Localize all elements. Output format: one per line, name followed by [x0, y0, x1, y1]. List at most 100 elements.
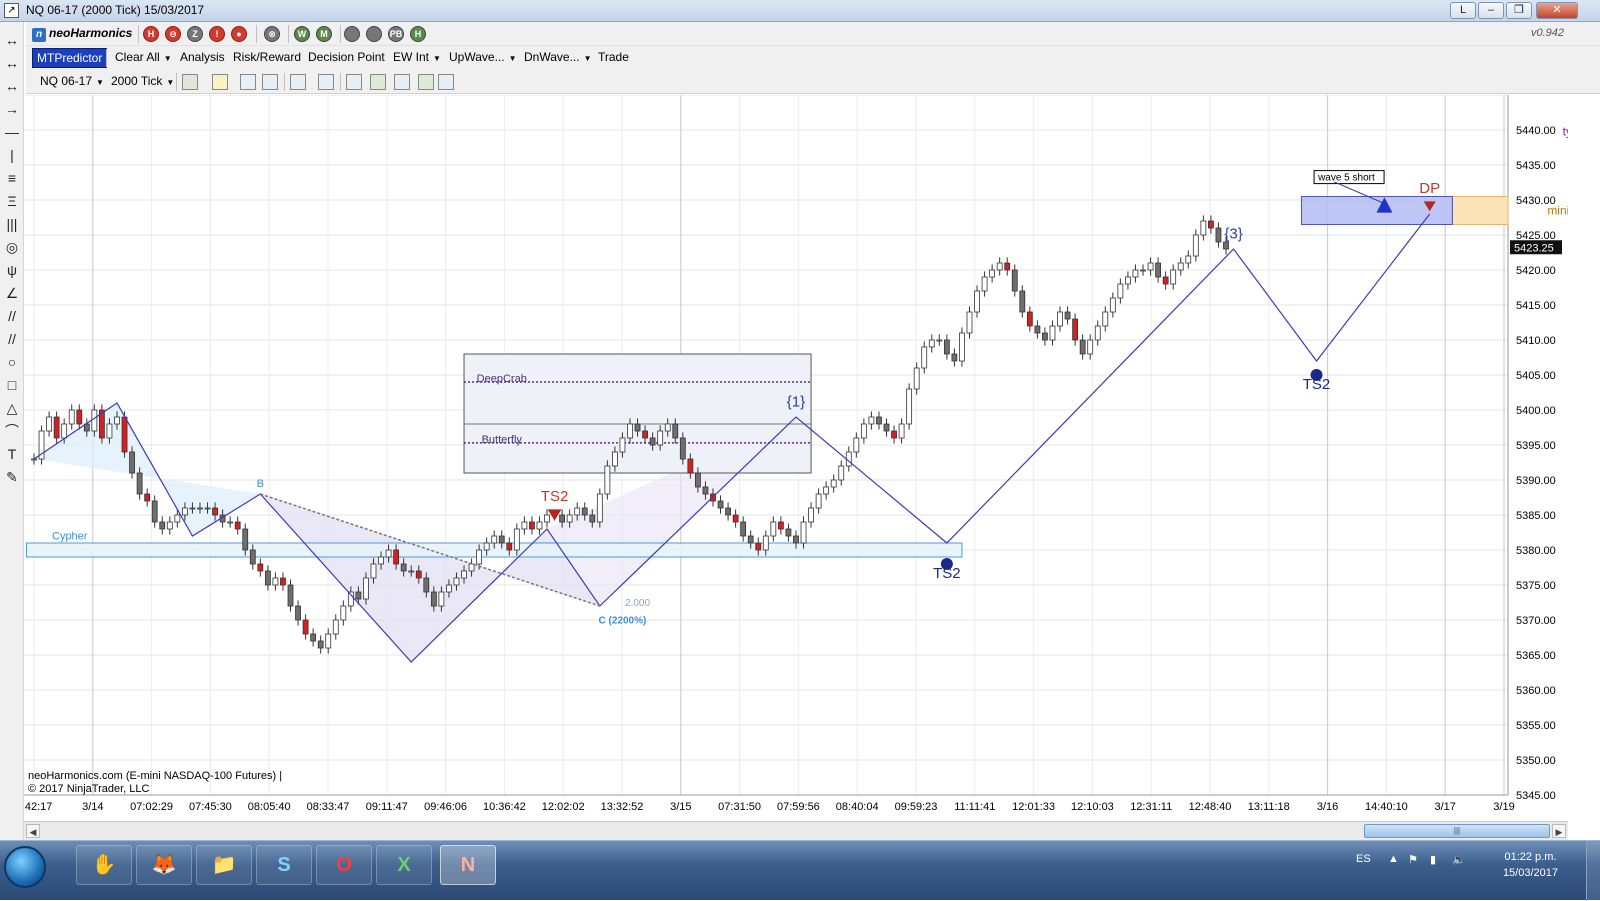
properties-icon[interactable] — [394, 74, 410, 90]
data-box-icon[interactable] — [438, 74, 454, 90]
ts2-buy-marker — [1310, 369, 1323, 381]
taskbar-app-opera[interactable]: O — [316, 845, 372, 885]
taskbar-app-explorer[interactable]: 📁 — [196, 845, 252, 885]
drawing-tool-8-icon[interactable]: ||| — [2, 214, 22, 234]
drawing-tool-12-icon[interactable]: // — [2, 306, 22, 326]
network-icon[interactable]: ▮ — [1430, 853, 1436, 866]
record-button[interactable]: ● — [231, 26, 247, 42]
x-tick-label: 12:31:11 — [1130, 801, 1172, 813]
candle-body — [385, 549, 392, 558]
drawing-tool-10-icon[interactable]: ψ — [2, 260, 22, 280]
chart-source-label: neoHarmonics.com (E-mini NASDAQ-100 Futu… — [28, 770, 282, 782]
taskbar-app-hand[interactable]: ✋ — [76, 845, 132, 885]
drawing-tool-13-icon[interactable]: // — [2, 329, 22, 349]
window-minimize-button[interactable]: – — [1478, 2, 1504, 19]
toolbar-separator — [340, 25, 341, 43]
drawing-tool-1-icon[interactable]: ↔ — [2, 53, 22, 73]
eraser-icon[interactable] — [262, 74, 278, 90]
drawing-tool-3-icon[interactable]: → — [2, 99, 22, 119]
typical-wave5-label: typical wave 5 — [1563, 124, 1568, 138]
show-desktop-button[interactable] — [1586, 841, 1600, 901]
drawing-tool-18-icon[interactable]: T — [2, 444, 22, 464]
scroll-right-arrow-icon[interactable]: ▶ — [1552, 824, 1566, 838]
show-hidden-icons-icon[interactable]: ▲ — [1388, 853, 1399, 865]
candle-body — [159, 521, 166, 530]
drawing-tool-5-icon[interactable]: | — [2, 145, 22, 165]
candle-body — [1057, 311, 1063, 327]
menu-analysis[interactable]: Analysis — [180, 50, 225, 64]
drawing-tool-19-icon[interactable]: ✎ — [2, 467, 22, 487]
start-button[interactable] — [4, 846, 46, 888]
language-indicator[interactable]: ES — [1356, 853, 1371, 865]
taskbar-app-skype[interactable]: S — [256, 845, 312, 885]
extra-button-1[interactable] — [344, 26, 360, 42]
menu-decision-point[interactable]: Decision Point — [308, 50, 385, 64]
drawing-tool-4-icon[interactable]: — — [2, 122, 22, 142]
menu-ew-int[interactable]: EW Int ▼ — [393, 50, 441, 64]
candle-body — [694, 472, 701, 488]
chart-horizontal-scrollbar[interactable]: ◀ ||| ▶ — [24, 821, 1568, 840]
bar-type-icon[interactable] — [182, 74, 198, 90]
z-button[interactable]: Z — [187, 26, 203, 42]
instrument-selector[interactable]: NQ 06-17 ▼ — [40, 74, 104, 88]
annotation-label-b: B — [257, 478, 264, 490]
x-tick-label: 2:42:17 — [24, 801, 52, 813]
clock-time: 01:22 p.m. — [1504, 851, 1557, 863]
drawing-tool-2-icon[interactable]: ↔ — [2, 76, 22, 96]
window-link-button[interactable]: L — [1450, 2, 1476, 19]
chart-canvas[interactable]: 5440.005435.005430.005425.005420.005415.… — [16, 94, 1600, 820]
taskbar-app-excel[interactable]: X — [376, 845, 432, 885]
w-button[interactable]: W — [294, 26, 310, 42]
x-tick-label: 07:31:50 — [718, 801, 761, 813]
menu-upwave[interactable]: UpWave... ▼ — [449, 50, 517, 64]
volume-icon[interactable]: 🔈 — [1452, 853, 1466, 866]
pb-button[interactable]: PB — [388, 26, 404, 42]
period-selector[interactable]: 2000 Tick ▼ — [111, 74, 174, 88]
drawing-tool-14-icon[interactable]: ○ — [2, 352, 22, 372]
crosshair-icon[interactable] — [240, 74, 256, 90]
drawing-tool-11-icon[interactable]: ∠ — [2, 283, 22, 303]
h-green-button[interactable]: H — [410, 26, 426, 42]
version-label: v0.942 — [1530, 27, 1564, 39]
menu-trade[interactable]: Trade — [598, 50, 629, 64]
drawing-tool-17-icon[interactable]: ⌒ — [2, 421, 22, 441]
cancel-button[interactable]: ⊗ — [264, 26, 280, 42]
drawing-tool-6-icon[interactable]: ≡ — [2, 168, 22, 188]
chevron-down-icon: ▼ — [163, 54, 172, 63]
m-button[interactable]: M — [316, 26, 332, 42]
menu-dnwave[interactable]: DnWave... ▼ — [524, 50, 592, 64]
drawing-tool-15-icon[interactable]: □ — [2, 375, 22, 395]
taskbar-app-firefox[interactable]: 🦊 — [136, 845, 192, 885]
action-center-flag-icon[interactable]: ⚑ — [1408, 853, 1418, 866]
alert-button[interactable]: ! — [209, 26, 225, 42]
menu-mtpredictor[interactable]: MTPredictor — [32, 48, 108, 68]
candle-body — [430, 591, 437, 607]
candle-body — [483, 542, 490, 551]
y-tick-label: 5425.00 — [1516, 230, 1556, 242]
system-clock[interactable]: 01:22 p.m. 15/03/2017 — [1503, 849, 1558, 881]
dollar-icon[interactable] — [418, 74, 434, 90]
menu-clear-all[interactable]: Clear All ▼ — [115, 50, 172, 64]
candle-body — [898, 423, 905, 439]
pencil-icon[interactable] — [212, 74, 228, 90]
extra-button-2[interactable] — [366, 26, 382, 42]
indicators-icon[interactable] — [346, 74, 362, 90]
cursor-icon[interactable] — [290, 74, 306, 90]
window-restore-button[interactable]: ❐ — [1506, 2, 1532, 19]
drawing-tool-9-icon[interactable]: ◎ — [2, 237, 22, 257]
drawing-tool-0-icon[interactable]: ↔ — [2, 30, 22, 50]
drawing-tool-16-icon[interactable]: △ — [2, 398, 22, 418]
strategies-icon[interactable] — [370, 74, 386, 90]
zoom-icon[interactable] — [318, 74, 334, 90]
h-button[interactable]: H — [143, 26, 159, 42]
candle-body — [642, 430, 648, 439]
scroll-left-arrow-icon[interactable]: ◀ — [26, 824, 40, 838]
taskbar-app-ninjatrader[interactable]: N — [440, 845, 496, 885]
minus-button[interactable]: ⊖ — [165, 26, 181, 42]
menu-risk-reward[interactable]: Risk/Reward — [233, 50, 301, 64]
drawing-tool-7-icon[interactable]: Ξ — [2, 191, 22, 211]
price-chart[interactable]: 5440.00 5435.00 5430.00 5425.00 5420.00 5415.… — [16, 94, 1600, 820]
scroll-thumb[interactable]: ||| — [1364, 824, 1550, 838]
candle-body — [423, 577, 430, 593]
window-close-button[interactable]: ✕ — [1536, 2, 1578, 19]
